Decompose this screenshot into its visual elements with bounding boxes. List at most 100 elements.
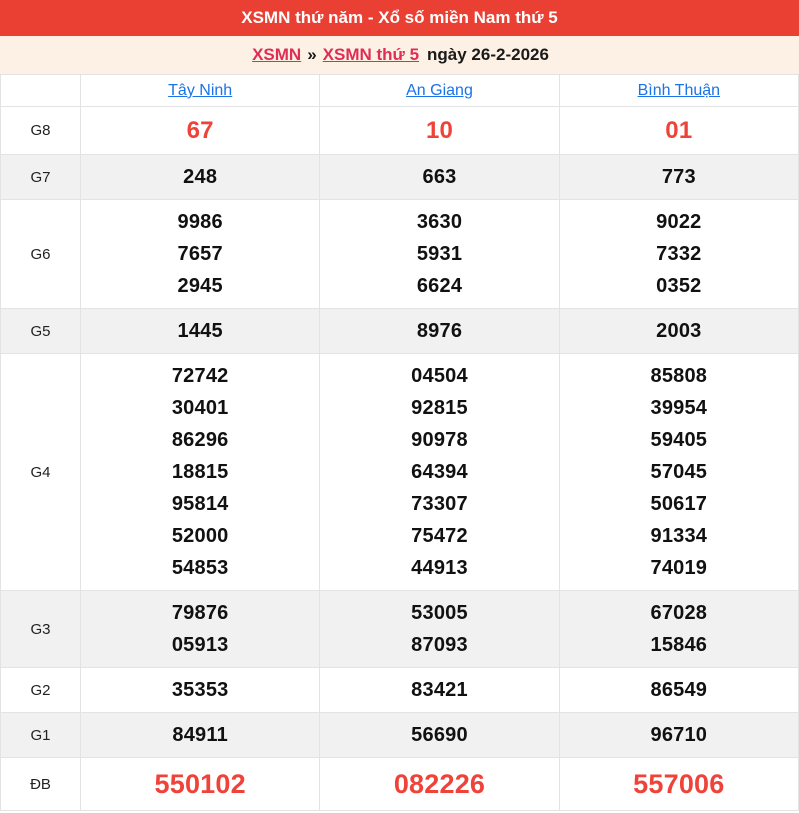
prize-number: 86549 [650, 679, 708, 701]
prize-cell: 86549 [558, 667, 799, 713]
prize-cell: 557006 [558, 757, 799, 811]
prize-number: 04504 [411, 365, 468, 387]
prize-number: 557006 [633, 769, 725, 799]
prize-row-g8: G8 67 10 01 [0, 106, 799, 155]
province-header-2: An Giang [319, 74, 560, 107]
prize-cell: 8976 [319, 308, 560, 354]
prize-number: 67 [186, 117, 214, 144]
prize-cell: 96710 [558, 712, 799, 758]
prize-number: 30401 [171, 397, 229, 419]
prize-number: 72742 [171, 365, 229, 387]
prize-label: G2 [0, 667, 81, 713]
prize-number: 18815 [171, 461, 229, 483]
prize-row-g5: G5 1445 8976 2003 [0, 308, 799, 354]
prize-cell: 550102 [79, 757, 321, 811]
province-link[interactable]: Bình Thuận [638, 82, 720, 99]
prize-number: 85808 [650, 365, 708, 387]
prize-number: 8976 [416, 320, 463, 342]
prize-number: 35353 [171, 679, 229, 701]
breadcrumb-separator: » [307, 45, 317, 64]
prize-cell: 773 [558, 154, 799, 200]
prize-label: G3 [0, 590, 81, 668]
results-table: Tây Ninh An Giang Bình Thuận G8 67 10 01 G7 248… [0, 74, 799, 811]
prize-label: G7 [0, 154, 81, 200]
prize-number: 84911 [172, 724, 228, 746]
prize-label: ĐB [0, 757, 81, 811]
results-table-body: G8 67 10 01 G7 248 663 773 G6 9986 7657 2945 3630 593… [0, 106, 799, 811]
prize-cell: 9022 7332 0352 [558, 199, 799, 309]
breadcrumb-date: ngày 26-2-2026 [427, 45, 549, 64]
prize-number: 44913 [411, 557, 468, 579]
prize-number: 95814 [171, 493, 229, 515]
prize-label: G6 [0, 199, 81, 309]
province-link[interactable]: An Giang [406, 82, 473, 99]
prize-cell: 35353 [79, 667, 321, 713]
prize-number: 39954 [650, 397, 708, 419]
prize-cell: 85808 39954 59405 57045 50617 91334 74019 [558, 353, 799, 591]
prize-cell: 67 [79, 106, 321, 155]
prize-number: 52000 [171, 525, 229, 547]
prize-label: G1 [0, 712, 81, 758]
prize-cell: 3630 5931 6624 [319, 199, 560, 309]
prize-number: 9986 [177, 211, 223, 233]
prize-cell: 10 [319, 106, 560, 155]
prize-cell: 663 [319, 154, 560, 200]
prize-number: 57045 [650, 461, 708, 483]
prize-number: 1445 [177, 320, 223, 342]
prize-number: 550102 [154, 769, 246, 799]
prize-number: 15846 [650, 634, 708, 656]
prize-number: 91334 [650, 525, 708, 547]
prize-number: 59405 [650, 429, 708, 451]
prize-cell: 1445 [79, 308, 321, 354]
page-title: XSMN thứ năm - Xổ số miền Nam thứ 5 [241, 8, 558, 27]
prize-number: 53005 [411, 602, 468, 624]
prize-cell: 84911 [79, 712, 321, 758]
prize-cell: 9986 7657 2945 [79, 199, 321, 309]
prize-number: 2003 [656, 320, 702, 342]
prize-number: 50617 [650, 493, 708, 515]
breadcrumb: XSMN » XSMN thứ 5 ngày 26-2-2026 [0, 36, 799, 74]
corner-cell [0, 74, 81, 107]
prize-number: 3630 [416, 211, 463, 233]
province-link[interactable]: Tây Ninh [168, 82, 232, 99]
prize-number: 79876 [171, 602, 229, 624]
prize-cell: 2003 [558, 308, 799, 354]
prize-number: 773 [661, 166, 696, 188]
breadcrumb-link-xsmn-thu-5[interactable]: XSMN thứ 5 [323, 45, 419, 65]
prize-cell: 082226 [319, 757, 560, 811]
prize-cell: 72742 30401 86296 18815 95814 52000 54853 [79, 353, 321, 591]
prize-number: 082226 [393, 769, 486, 799]
prize-number: 7657 [177, 243, 223, 265]
prize-cell: 83421 [319, 667, 560, 713]
prize-number: 01 [665, 117, 693, 144]
prize-number: 67028 [650, 602, 708, 624]
prize-number: 90978 [411, 429, 468, 451]
province-header-row: Tây Ninh An Giang Bình Thuận [0, 74, 799, 107]
prize-number: 96710 [650, 724, 708, 746]
prize-row-g3: G3 79876 05913 53005 87093 67028 15846 [0, 590, 799, 668]
prize-cell: 56690 [319, 712, 560, 758]
province-header-3: Bình Thuận [558, 74, 799, 107]
prize-number: 248 [183, 166, 218, 188]
prize-cell: 04504 92815 90978 64394 73307 75472 44913 [319, 353, 560, 591]
prize-number: 05913 [171, 634, 229, 656]
prize-number: 75472 [411, 525, 468, 547]
prize-label: G4 [0, 353, 81, 591]
prize-number: 83421 [411, 679, 468, 701]
province-header-1: Tây Ninh [79, 74, 321, 107]
prize-number: 56690 [411, 724, 468, 746]
prize-row-g2: G2 35353 83421 86549 [0, 667, 799, 713]
prize-number: 92815 [411, 397, 468, 419]
prize-number: 7332 [656, 243, 702, 265]
prize-number: 64394 [411, 461, 468, 483]
prize-number: 5931 [416, 243, 463, 265]
prize-number: 0352 [656, 275, 702, 297]
prize-cell: 01 [558, 106, 799, 155]
prize-row-g7: G7 248 663 773 [0, 154, 799, 200]
title-bar: XSMN thứ năm - Xổ số miền Nam thứ 5 [0, 0, 799, 36]
prize-row-g6: G6 9986 7657 2945 3630 5931 6624 9022 7332 0352 [0, 199, 799, 309]
prize-cell: 248 [79, 154, 321, 200]
prize-row-đb: ĐB 550102 082226 557006 [0, 757, 799, 811]
prize-cell: 53005 87093 [319, 590, 560, 668]
breadcrumb-link-xsmn[interactable]: XSMN [252, 45, 301, 65]
